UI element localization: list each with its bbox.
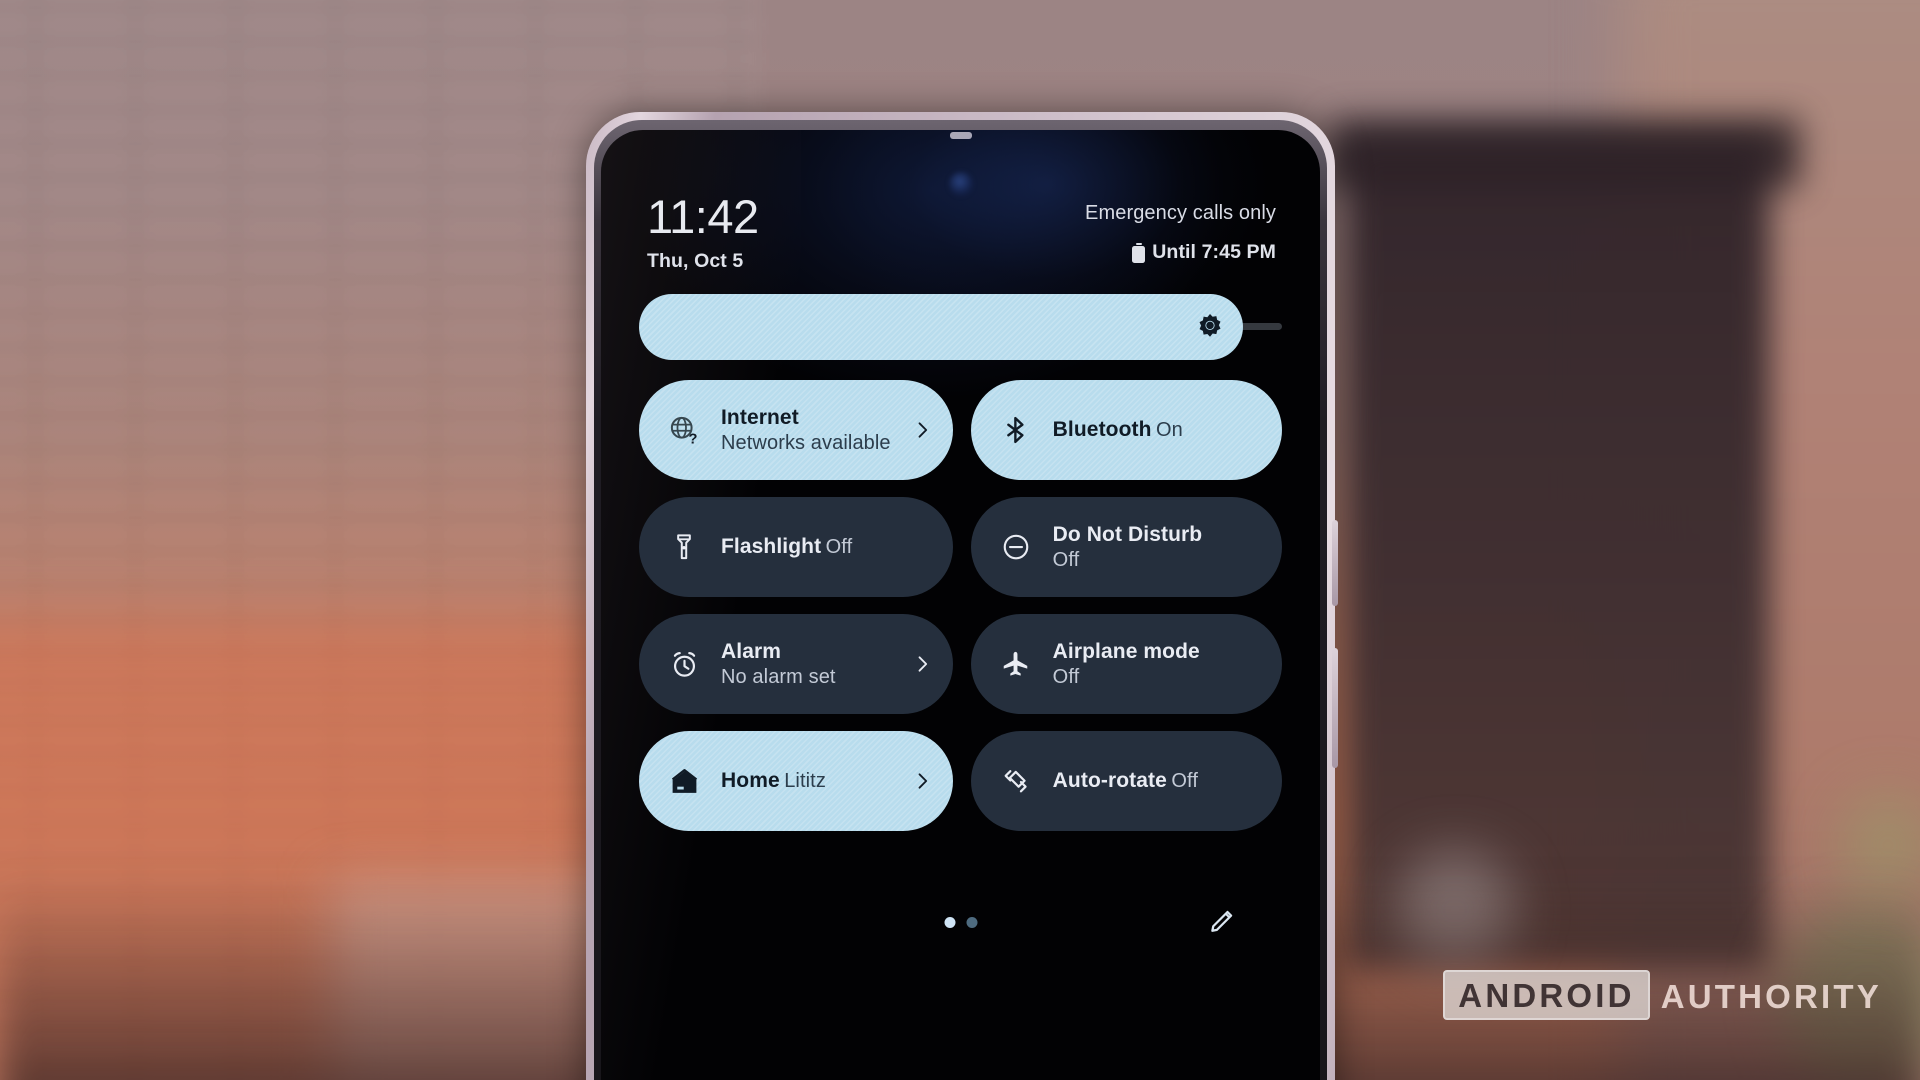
status-date: Thu, Oct 5 <box>647 250 744 273</box>
tile-airplane-mode[interactable]: Airplane mode Off <box>970 614 1282 715</box>
flashlight-icon <box>667 530 701 564</box>
watermark-authority: AUTHORITY <box>1660 977 1882 1015</box>
tile-bluetooth-subtitle: On <box>1156 419 1183 442</box>
phone-device: 11:42 Thu, Oct 5 Emergency calls only Un… <box>586 112 1338 1080</box>
tile-bluetooth-text: Bluetooth On <box>1053 417 1220 443</box>
chevron-right-icon[interactable] <box>911 653 933 675</box>
svg-text:?: ? <box>689 432 698 446</box>
tile-airplane-mode-text: Airplane mode Off <box>1053 639 1220 690</box>
page-dot-2[interactable] <box>966 916 977 928</box>
edit-tiles-button[interactable] <box>1206 905 1240 939</box>
globe-question-icon: ? <box>667 413 701 447</box>
tile-flashlight-text: Flashlight Off <box>721 534 891 560</box>
tile-do-not-disturb[interactable]: Do Not Disturb Off <box>970 497 1282 598</box>
status-header: 11:42 Thu, Oct 5 Emergency calls only Un… <box>639 192 1282 273</box>
bluetooth-icon <box>999 413 1033 447</box>
brightness-slider-fill[interactable] <box>639 294 1244 361</box>
home-icon <box>667 764 701 798</box>
tile-internet-subtitle: Networks available <box>721 431 891 454</box>
tile-flashlight-title: Flashlight <box>721 535 822 559</box>
tile-home-subtitle: Lititz <box>784 770 826 793</box>
chevron-right-icon[interactable] <box>911 419 933 441</box>
tile-flashlight-subtitle: Off <box>825 536 853 559</box>
carrier-label: Emergency calls only <box>1085 202 1276 224</box>
watermark: ANDROID AUTHORITY <box>1443 970 1882 1020</box>
watermark-android: ANDROID <box>1443 970 1650 1020</box>
battery-icon <box>1132 242 1146 263</box>
tile-auto-rotate-title: Auto-rotate <box>1052 769 1167 793</box>
quick-settings-footer <box>639 892 1282 952</box>
tile-do-not-disturb-title: Do Not Disturb <box>1052 523 1203 547</box>
battery-estimate-label: Until 7:45 PM <box>1152 241 1276 263</box>
tile-flashlight[interactable]: Flashlight Off <box>639 497 953 598</box>
tile-alarm-text: Alarm No alarm set <box>721 639 891 690</box>
tile-internet[interactable]: ? Internet Networks available <box>639 380 953 481</box>
phone-screen: 11:42 Thu, Oct 5 Emergency calls only Un… <box>601 130 1320 1080</box>
chevron-right-icon[interactable] <box>911 770 933 792</box>
page-dot-1[interactable] <box>944 916 955 928</box>
tile-alarm-title: Alarm <box>721 640 782 664</box>
status-time: 11:42 <box>647 190 759 243</box>
alarm-clock-icon <box>667 647 701 681</box>
tile-bluetooth[interactable]: Bluetooth On <box>970 380 1282 481</box>
tile-auto-rotate-text: Auto-rotate Off <box>1053 768 1220 794</box>
tile-home-title: Home <box>721 769 780 793</box>
power-button[interactable] <box>1332 648 1338 768</box>
clock-block[interactable]: 11:42 Thu, Oct 5 <box>639 192 759 273</box>
airplane-icon <box>999 647 1033 681</box>
tile-home-text: Home Lititz <box>721 768 891 794</box>
do-not-disturb-icon <box>999 530 1033 564</box>
tile-internet-title: Internet <box>721 406 799 430</box>
pencil-edit-icon <box>1208 905 1238 940</box>
volume-button[interactable] <box>1332 520 1338 606</box>
tile-do-not-disturb-text: Do Not Disturb Off <box>1053 522 1220 573</box>
tile-airplane-mode-subtitle: Off <box>1052 665 1080 688</box>
tile-internet-text: Internet Networks available <box>721 405 891 456</box>
brightness-icon <box>1195 312 1225 342</box>
tile-bluetooth-title: Bluetooth <box>1052 418 1152 442</box>
tile-auto-rotate[interactable]: Auto-rotate Off <box>970 731 1282 832</box>
tile-alarm[interactable]: Alarm No alarm set <box>639 614 953 715</box>
tile-alarm-subtitle: No alarm set <box>721 665 836 688</box>
quick-settings-tiles: ? Internet Networks available Bluetooth … <box>639 380 1282 832</box>
page-indicator <box>944 916 977 928</box>
tile-do-not-disturb-subtitle: Off <box>1052 548 1080 571</box>
tile-home[interactable]: Home Lititz <box>639 731 953 832</box>
background-doorway <box>1345 140 1770 970</box>
status-right-block: Emergency calls only Until 7:45 PM <box>1085 192 1282 264</box>
quick-settings-panel: 11:42 Thu, Oct 5 Emergency calls only Un… <box>601 130 1320 1080</box>
tile-auto-rotate-subtitle: Off <box>1171 770 1198 793</box>
tile-airplane-mode-title: Airplane mode <box>1052 640 1200 664</box>
screenshot-scene: 11:42 Thu, Oct 5 Emergency calls only Un… <box>0 0 1920 1080</box>
auto-rotate-icon <box>999 764 1033 798</box>
brightness-slider[interactable] <box>639 294 1282 361</box>
battery-status: Until 7:45 PM <box>1085 241 1276 264</box>
